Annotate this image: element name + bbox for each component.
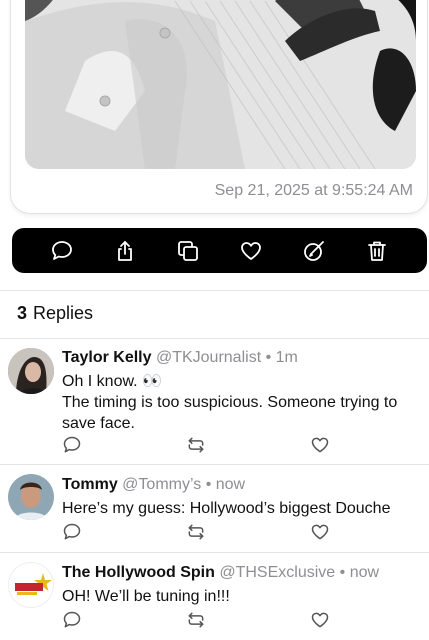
- reply-item[interactable]: The Hollywood Spin @THSExclusive • now O…: [0, 552, 429, 640]
- reply-author-handle[interactable]: @THSExclusive: [219, 564, 335, 581]
- reply-repost-button[interactable]: [186, 435, 206, 455]
- reply-author-name[interactable]: The Hollywood Spin: [62, 564, 215, 581]
- reply-repost-button[interactable]: [186, 610, 206, 630]
- repost-icon: [188, 524, 204, 540]
- reply-actions: [62, 610, 332, 632]
- reply-text-line: Oh I know. 👀: [62, 373, 162, 390]
- reply-header: Taylor Kelly @TKJournalist • 1m: [62, 348, 419, 368]
- separator-dot: •: [339, 564, 346, 581]
- repost-icon: [188, 612, 204, 628]
- reply-comment-button[interactable]: [62, 435, 82, 455]
- reply-header: The Hollywood Spin @THSExclusive • now: [62, 563, 419, 583]
- edit-button[interactable]: [300, 237, 328, 265]
- copy-button[interactable]: [174, 237, 202, 265]
- delete-button[interactable]: [363, 237, 391, 265]
- separator-dot: •: [205, 476, 212, 493]
- post-photo[interactable]: [25, 0, 416, 169]
- avatar[interactable]: [8, 474, 54, 520]
- reply-author-handle[interactable]: @TKJournalist: [156, 349, 261, 366]
- reply-author-name[interactable]: Taylor Kelly: [62, 349, 152, 366]
- reply-text: Oh I know. 👀 The timing is too suspiciou…: [62, 371, 419, 434]
- reply-header: Tommy @Tommy’s • now: [62, 475, 419, 495]
- reply-text-line: The timing is too suspicious. Someone tr…: [62, 394, 398, 432]
- reply-body: Tommy @Tommy’s • now Here’s my guess: Ho…: [62, 475, 419, 519]
- comment-icon: [63, 611, 81, 628]
- repost-icon: [188, 437, 204, 453]
- comment-icon: [63, 523, 81, 540]
- divider: [0, 290, 429, 291]
- reply-actions: [62, 435, 332, 457]
- reply-actions: [62, 522, 332, 544]
- photo-illustration: [25, 0, 416, 169]
- reply-time: now: [349, 564, 380, 581]
- reply-body: Taylor Kelly @TKJournalist • 1m Oh I kno…: [62, 348, 419, 434]
- post-action-bar: [12, 228, 427, 273]
- avatar[interactable]: [8, 562, 54, 608]
- heart-icon: [241, 241, 261, 260]
- reply-comment-button[interactable]: [62, 610, 82, 630]
- reply-comment-button[interactable]: [62, 522, 82, 542]
- replies-header: 3 Replies: [17, 303, 93, 324]
- copy-icon: [177, 240, 198, 261]
- reply-author-name[interactable]: Tommy: [62, 476, 118, 493]
- reply-time: now: [215, 476, 246, 493]
- reply-text: Here’s my guess: Hollywood’s biggest Dou…: [62, 498, 419, 519]
- like-button[interactable]: [237, 237, 265, 265]
- trash-icon: [368, 241, 387, 261]
- reply-text-line: OH! We’ll be tuning in!!!: [62, 588, 230, 605]
- replies-count: 3: [17, 303, 28, 323]
- avatar[interactable]: [8, 348, 54, 394]
- share-button[interactable]: [111, 237, 139, 265]
- reply-author-handle[interactable]: @Tommy’s: [122, 476, 201, 493]
- logo-icon: [9, 563, 53, 607]
- reply-item[interactable]: Taylor Kelly @TKJournalist • 1m Oh I kno…: [0, 338, 429, 464]
- edit-icon: [304, 240, 325, 261]
- comment-button[interactable]: [48, 237, 76, 265]
- replies-label: Replies: [33, 303, 94, 323]
- reply-like-button[interactable]: [310, 522, 330, 542]
- comment-icon: [63, 436, 81, 453]
- heart-icon: [311, 437, 329, 453]
- post-card: Sep 21, 2025 at 9:55:24 AM: [10, 0, 428, 214]
- reply-like-button[interactable]: [310, 435, 330, 455]
- heart-icon: [311, 612, 329, 628]
- reply-text-line: Here’s my guess: Hollywood’s biggest Dou…: [62, 500, 391, 517]
- comment-icon: [51, 240, 72, 260]
- separator-dot: •: [265, 349, 272, 366]
- post-timestamp: Sep 21, 2025 at 9:55:24 AM: [214, 182, 413, 199]
- share-icon: [117, 240, 132, 261]
- heart-icon: [311, 524, 329, 540]
- reply-text: OH! We’ll be tuning in!!!: [62, 586, 419, 607]
- reply-time: 1m: [275, 349, 298, 366]
- reply-item[interactable]: Tommy @Tommy’s • now Here’s my guess: Ho…: [0, 464, 429, 552]
- reply-body: The Hollywood Spin @THSExclusive • now O…: [62, 563, 419, 607]
- reply-repost-button[interactable]: [186, 522, 206, 542]
- reply-like-button[interactable]: [310, 610, 330, 630]
